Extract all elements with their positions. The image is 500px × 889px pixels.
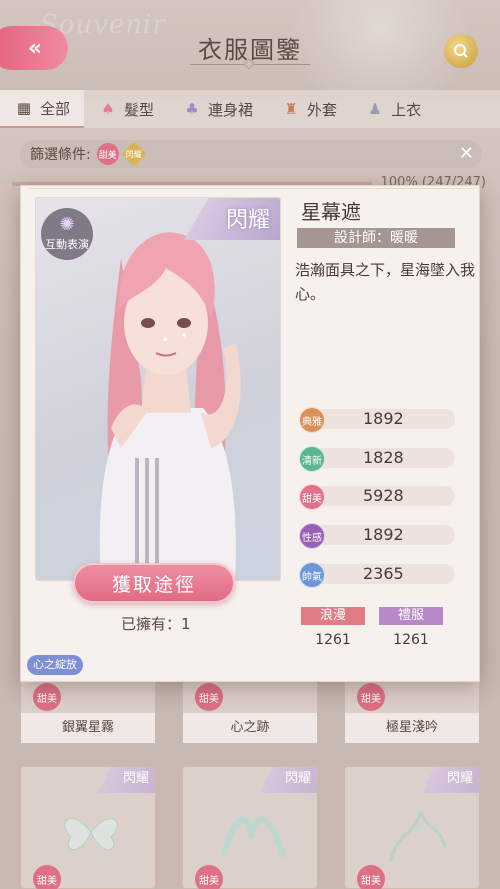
shine-ribbon: 閃耀 [409, 767, 479, 793]
stat-value: 2365 [363, 564, 404, 583]
star-vine-icon: ✦ [388, 811, 447, 863]
shine-ribbon: 閃耀 [247, 767, 317, 793]
tab-label: 外套 [307, 100, 338, 119]
grid-item-name: 心之跡 [183, 713, 317, 743]
tab-all[interactable]: ▦ 全部 [0, 90, 85, 128]
search-icon [454, 44, 468, 58]
character-illustration: ✦ ✦ [99, 232, 241, 580]
grid-item-card[interactable]: 閃耀 ✦ 甜美 [344, 766, 480, 889]
top-bar: « 衣服圖鑒 [0, 0, 500, 90]
interactive-performance-button[interactable]: ✺ 互動表演 [41, 208, 93, 260]
sweet-tag-badge: 甜美 [195, 683, 223, 711]
stat-cool: 帥氣 2365 [299, 562, 455, 588]
theme-tag[interactable]: 心之綻放 [27, 655, 83, 675]
stat-elegant: 典雅 1892 [299, 407, 455, 433]
designer-label: 設計師：暖暖 [297, 228, 455, 248]
grid-item-name: 銀翼星霧 [21, 713, 155, 743]
filter-label: 篩選條件: [30, 147, 91, 163]
tab-coat[interactable]: ♜ 外套 [267, 90, 351, 128]
search-button[interactable] [444, 34, 478, 68]
tab-top[interactable]: ♟ 上衣 [351, 90, 435, 128]
svg-text:✦: ✦ [415, 823, 427, 839]
shine-ribbon: 閃耀 [85, 767, 155, 793]
svg-text:✦: ✦ [161, 335, 169, 346]
attribute-romantic-label: 浪漫 [301, 607, 365, 625]
shine-ribbon: 閃耀 [170, 198, 280, 240]
stat-badge: 清新 [299, 446, 325, 472]
obtain-method-button[interactable]: 獲取途徑 [73, 563, 235, 603]
stat-value: 1892 [363, 525, 404, 544]
grid-item-card[interactable]: 閃耀 甜美 [182, 766, 318, 889]
coat-icon: ♜ [284, 100, 298, 118]
tab-label: 全部 [40, 99, 71, 118]
top-icon: ♟ [368, 100, 382, 118]
tab-hair[interactable]: ♠ 髮型 [84, 90, 168, 128]
attribute-formal-value: 1261 [393, 632, 429, 648]
stat-sweet: 甜美 5928 [299, 484, 455, 510]
stat-badge: 甜美 [299, 484, 325, 510]
item-description: 浩瀚面具之下，星海墜入我心。 [295, 261, 476, 303]
ribbon-wings-icon [220, 816, 286, 858]
owned-count: 已擁有：1 [121, 615, 191, 633]
filter-tag-sweet[interactable]: 甜美 [96, 143, 119, 165]
stat-sexy: 性感 1892 [299, 523, 455, 549]
star-emblem-icon: ✺ [59, 214, 75, 235]
attribute-romantic-value: 1261 [315, 632, 351, 648]
sweet-tag-badge: 甜美 [195, 865, 223, 889]
hair-icon: ♠ [101, 100, 115, 118]
filter-bar: 篩選條件: 甜美 閃耀 ✕ [20, 140, 482, 168]
sweet-tag-badge: 甜美 [33, 683, 61, 711]
item-name: 星幕遮 [301, 200, 361, 224]
grid-item-card[interactable]: 閃耀 甜美 [20, 766, 156, 889]
bow-accessory-icon [64, 818, 118, 850]
tab-label: 上衣 [391, 100, 422, 119]
item-detail-popup: ✦ ✦ 閃耀 ✺ 互動表演 獲取途徑 已擁有：1 心之綻放 星幕遮 設計師：暖暖… [20, 185, 480, 682]
tab-label: 連身裙 [208, 100, 254, 119]
filter-tag-shine[interactable]: 閃耀 [120, 141, 147, 167]
tab-dress[interactable]: ♣ 連身裙 [168, 90, 267, 128]
character-portrait: ✦ ✦ 閃耀 ✺ 互動表演 [35, 197, 281, 581]
attribute-formal-label: 禮服 [379, 607, 443, 625]
clear-filter-close-icon[interactable]: ✕ [459, 143, 474, 164]
sweet-tag-badge: 甜美 [357, 683, 385, 711]
grid-item-name: 極星淺吟 [345, 713, 479, 743]
category-tabs: ▦ 全部 ♠ 髮型 ♣ 連身裙 ♜ 外套 ♟ 上衣 [0, 90, 500, 128]
stat-badge: 性感 [299, 523, 325, 549]
stat-badge: 典雅 [299, 407, 325, 433]
dress-icon: ♣ [185, 100, 199, 118]
stat-fresh: 清新 1828 [299, 446, 455, 472]
grid-icon: ▦ [16, 99, 32, 117]
stat-badge: 帥氣 [299, 562, 325, 588]
sweet-tag-badge: 甜美 [357, 865, 385, 889]
tab-label: 髮型 [124, 100, 155, 119]
popup-divider [29, 188, 473, 189]
sweet-tag-badge: 甜美 [33, 865, 61, 889]
stat-value: 1828 [363, 448, 404, 467]
svg-text:✦: ✦ [181, 331, 188, 340]
stat-value: 5928 [363, 486, 404, 505]
stat-value: 1892 [363, 409, 404, 428]
